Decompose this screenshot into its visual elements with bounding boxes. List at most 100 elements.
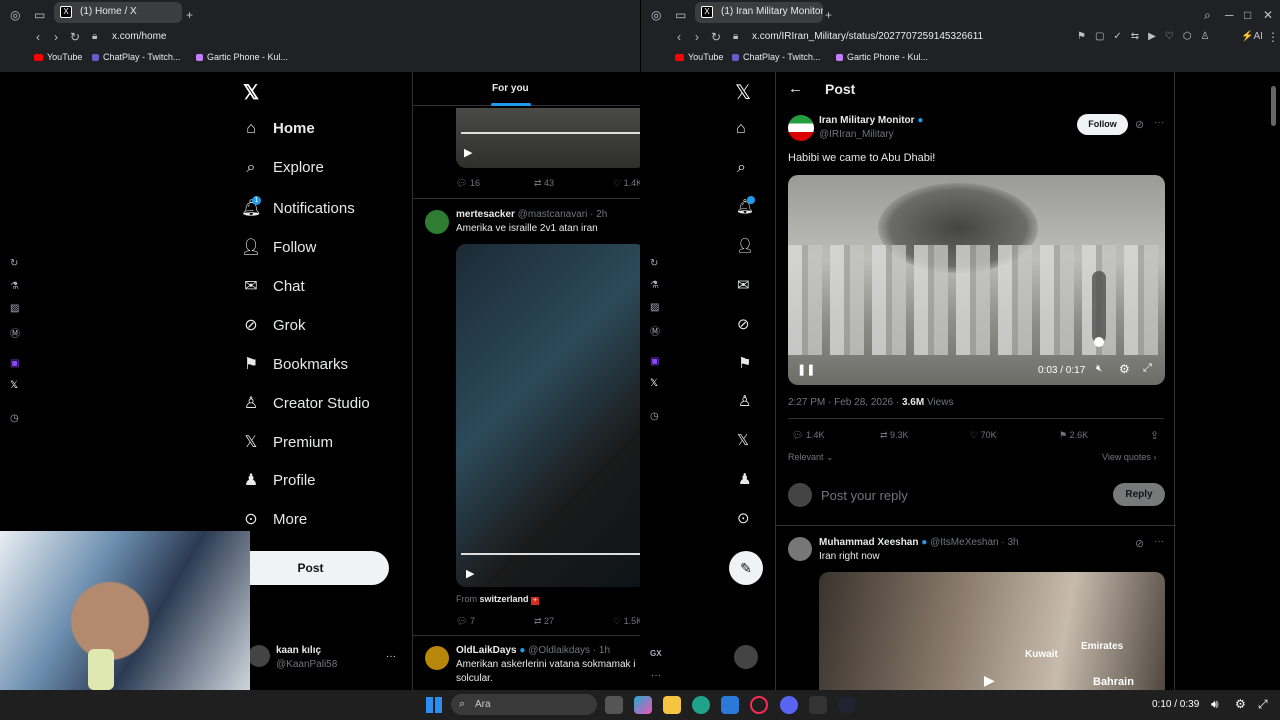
reply-count[interactable]: 💬︎ 1.4K: [792, 430, 824, 441]
edge-icon[interactable]: [692, 696, 710, 714]
store-icon[interactable]: [721, 696, 739, 714]
view-quotes-link[interactable]: View quotes ›: [1102, 452, 1156, 462]
compose-post-button[interactable]: ✎: [729, 551, 763, 585]
x-logo-icon[interactable]: 𝕏: [735, 80, 751, 105]
settings-icon[interactable]: ⚙: [1235, 697, 1246, 711]
bookmark-youtube[interactable]: YouTube: [34, 52, 82, 62]
video-progress[interactable]: [461, 553, 640, 555]
account-avatar[interactable]: [734, 645, 758, 669]
play-icon[interactable]: ▶: [464, 146, 472, 159]
grok-icon[interactable]: ⊘: [1135, 118, 1144, 131]
bookmark-youtube[interactable]: YouTube: [675, 52, 723, 62]
post2-video[interactable]: ▶: [456, 244, 640, 587]
bookmark-chatplay[interactable]: ChatPlay - Twitch...: [92, 52, 180, 62]
sidebar-twitch-icon[interactable]: ▣: [650, 356, 659, 367]
nav-home-icon[interactable]: ⌂: [736, 120, 746, 138]
follow-button[interactable]: Follow: [1077, 114, 1128, 135]
menu-icon[interactable]: ⋮: [1267, 31, 1279, 43]
pause-icon[interactable]: ❚❚: [797, 363, 815, 376]
forward-icon[interactable]: ›: [695, 31, 699, 43]
post1-repost[interactable]: ⇄ 43: [534, 178, 554, 189]
address-bar[interactable]: x.com/IRIran_Military/status/20277072591…: [752, 28, 1072, 46]
opera-logo-icon[interactable]: ◎: [651, 9, 661, 21]
nav-chat-icon[interactable]: ✉: [737, 276, 750, 294]
like-count[interactable]: ♡ 70K: [970, 430, 997, 441]
post2-name[interactable]: mertesacker: [456, 209, 515, 220]
sidebar-x-icon[interactable]: 𝕏: [10, 380, 18, 391]
nav-grok[interactable]: ⊘ Grok: [241, 315, 305, 341]
sidebar-history-icon[interactable]: ↻: [10, 258, 18, 269]
back-icon[interactable]: ‹: [36, 31, 40, 43]
tab-for-you[interactable]: For you: [492, 83, 529, 94]
tab-menu-icon[interactable]: ▭: [675, 9, 686, 21]
post-button[interactable]: Post: [232, 551, 389, 585]
post-author-handle[interactable]: @IRIran_Military: [819, 129, 894, 140]
sidebar-x-icon[interactable]: 𝕏: [650, 378, 658, 389]
task-view-icon[interactable]: [605, 696, 623, 714]
post-author-avatar[interactable]: [788, 115, 814, 141]
opera-logo-icon[interactable]: ◎: [10, 9, 20, 21]
nav-creator-icon[interactable]: ♙: [738, 392, 751, 410]
mute-icon[interactable]: 🔇︎: [1096, 363, 1102, 374]
sidebar-clock-icon[interactable]: ◷: [650, 411, 659, 422]
tab-home[interactable]: X (1) Home / X: [54, 2, 182, 23]
search-tabs-icon[interactable]: ⌕: [1204, 9, 1211, 21]
close-icon[interactable]: ✕: [1263, 9, 1273, 21]
sidebar-wallet-icon[interactable]: ▨: [10, 303, 19, 314]
nav-explore[interactable]: ⌕ Explore: [241, 159, 324, 185]
sidebar-wallet-icon[interactable]: ▨: [650, 302, 659, 313]
nav-bookmarks-icon[interactable]: ⚑: [738, 354, 751, 372]
sidebar-flask-icon[interactable]: ⚗: [10, 281, 19, 292]
file-explorer-icon[interactable]: [663, 696, 681, 714]
nav-follow[interactable]: 👤︎ Follow: [241, 237, 316, 263]
steam-icon[interactable]: [838, 696, 856, 714]
account-more-icon[interactable]: ···: [386, 651, 396, 662]
post1-reply[interactable]: 💬︎ 16: [456, 178, 480, 189]
new-tab-icon[interactable]: +: [186, 9, 193, 21]
post2-handle[interactable]: @mastcanavari: [518, 209, 588, 220]
opera-gx-icon[interactable]: [750, 696, 768, 714]
nav-home[interactable]: ⌂ Home: [241, 120, 315, 146]
volume-icon[interactable]: 🔊︎: [1211, 697, 1219, 712]
sidebar-more-icon[interactable]: ···: [651, 670, 661, 681]
reply-video[interactable]: Kuwait Emirates Bahrain ▶: [819, 572, 1165, 690]
repost-count[interactable]: ⇄ 9.3K: [880, 430, 909, 441]
taskbar-search[interactable]: ⌕ Ara: [451, 694, 597, 715]
nav-profile[interactable]: ♟ Profile: [241, 470, 316, 496]
play-icon[interactable]: ▶: [466, 567, 474, 580]
scrollbar-track[interactable]: [1270, 72, 1278, 690]
sidebar-history-icon[interactable]: ↻: [650, 258, 658, 269]
discord-icon[interactable]: [780, 696, 798, 714]
sidebar-twitch-icon[interactable]: ▣: [10, 358, 19, 369]
post2-reply[interactable]: 💬︎ 7: [456, 616, 475, 627]
reply-author-name[interactable]: Muhammad Xeeshan: [819, 537, 918, 548]
scrollbar-thumb[interactable]: [1271, 86, 1276, 126]
play-icon[interactable]: ▶: [984, 672, 995, 689]
app-icon[interactable]: [809, 696, 827, 714]
post1-like[interactable]: ♡ 1.4K: [613, 178, 640, 189]
aria-ai-icon[interactable]: ⚡AI: [1241, 31, 1263, 43]
reload-icon[interactable]: ↻: [711, 31, 721, 43]
nav-profile-icon[interactable]: ♟: [738, 470, 751, 488]
post-author-name[interactable]: Iran Military Monitor: [819, 115, 915, 126]
share-icon[interactable]: ⇪: [1150, 429, 1159, 442]
minimize-icon[interactable]: ─: [1225, 9, 1234, 21]
extension-icons[interactable]: ⚑▢✓⇆▶♡⬡♙: [1077, 31, 1219, 43]
post3-name[interactable]: OldLaikDays: [456, 645, 517, 656]
more-icon[interactable]: ···: [1154, 117, 1164, 128]
back-icon[interactable]: ‹: [677, 31, 681, 43]
nav-creator-studio[interactable]: ♙ Creator Studio: [241, 393, 370, 419]
nav-more[interactable]: ⊙ More: [241, 509, 307, 535]
post2-source-link[interactable]: switzerland: [480, 594, 529, 604]
reply-more-icon[interactable]: ···: [1154, 536, 1164, 547]
nav-follow-icon[interactable]: 👤︎: [736, 237, 754, 254]
nav-grok-icon[interactable]: ⊘: [737, 315, 750, 333]
fullscreen-icon[interactable]: ⤢: [1258, 697, 1268, 712]
bookmark-gartic[interactable]: Gartic Phone - Kul...: [836, 52, 928, 62]
volume-slider[interactable]: [1092, 271, 1106, 347]
sidebar-m-icon[interactable]: Ⓜ: [650, 323, 660, 338]
maximize-icon[interactable]: □: [1244, 9, 1251, 21]
reply-grok-icon[interactable]: ⊘: [1135, 537, 1144, 550]
forward-icon[interactable]: ›: [54, 31, 58, 43]
x-logo-icon[interactable]: 𝕏: [243, 80, 259, 105]
